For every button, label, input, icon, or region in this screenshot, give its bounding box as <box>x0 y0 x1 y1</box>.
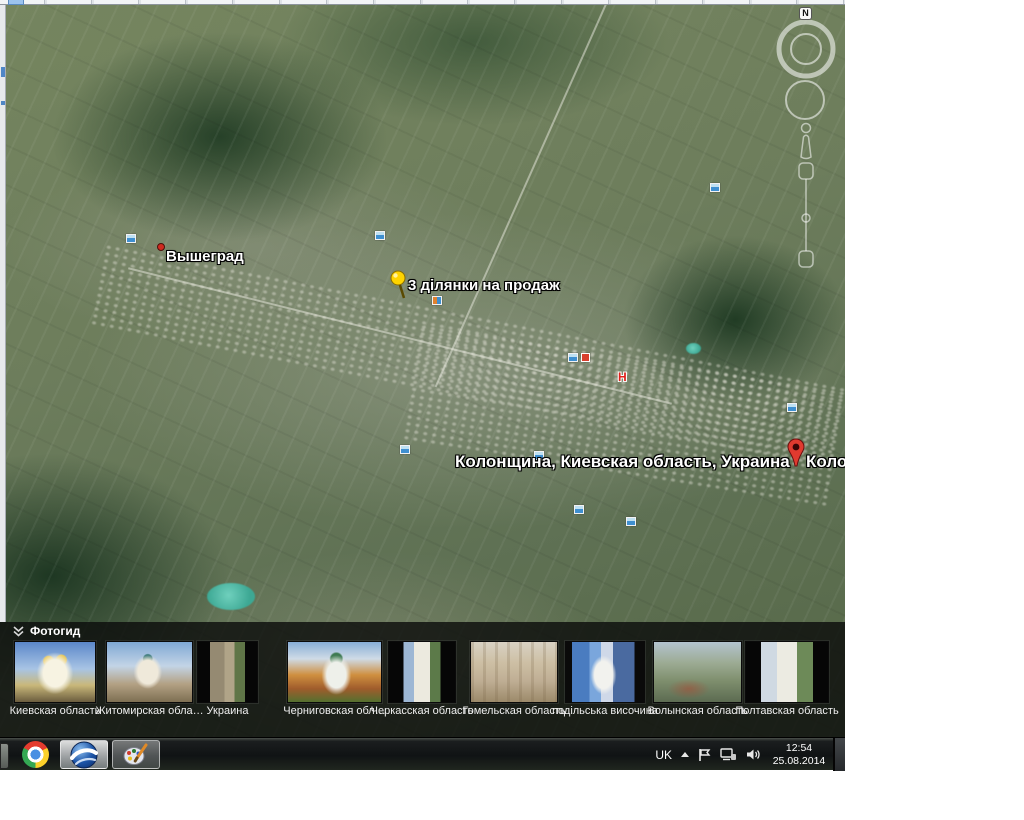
paint-icon <box>123 743 149 767</box>
taskbar-google-earth-button[interactable] <box>60 740 108 769</box>
photo-guide-header: Фотогид <box>0 622 845 640</box>
map-red-icon[interactable] <box>581 353 590 362</box>
photo-thumbnail[interactable] <box>14 641 96 703</box>
toolbar-active-tab-fragment[interactable] <box>8 0 24 5</box>
pegman-icon[interactable] <box>801 124 811 159</box>
action-center-flag-icon[interactable] <box>698 748 711 762</box>
map-photo-icon[interactable] <box>626 517 636 526</box>
zoom-in-button[interactable] <box>799 163 813 179</box>
pond <box>686 343 701 354</box>
photo-thumbnail-label: Украина <box>207 705 249 717</box>
yellow-pushpin-icon[interactable] <box>390 270 414 302</box>
red-pin-icon[interactable] <box>787 438 805 468</box>
map-photo-icon[interactable] <box>126 234 136 243</box>
photo-thumbnail[interactable] <box>653 641 742 703</box>
photo-thumbnail-label: Житомирская обла… <box>95 705 203 717</box>
zoom-out-button[interactable] <box>799 251 813 267</box>
pan-joystick[interactable] <box>786 81 824 119</box>
map-photo-icon[interactable] <box>375 231 385 240</box>
map-photo-icon[interactable] <box>400 445 410 454</box>
sidebar-fragment <box>1 67 5 77</box>
start-button-sliver[interactable] <box>0 743 9 769</box>
photo-thumbnail[interactable] <box>565 641 645 703</box>
sidebar-edge-sliver[interactable] <box>0 5 6 622</box>
photo-thumbnail[interactable] <box>388 641 456 703</box>
compass-ring[interactable] <box>779 22 833 76</box>
photo-thumbnail-label: подільська височина <box>552 705 658 717</box>
photo-guide-title: Фотогид <box>30 624 80 638</box>
compass-inner-ring[interactable] <box>791 34 821 64</box>
photo-thumbnail[interactable] <box>745 641 829 703</box>
tray-expand-arrow-icon[interactable] <box>681 752 689 757</box>
network-icon[interactable] <box>720 748 737 761</box>
speaker-icon[interactable] <box>746 748 761 761</box>
windows-taskbar: UK 12:54 25.08.2014 <box>0 737 845 770</box>
taskbar-paint-button[interactable] <box>112 740 160 769</box>
photo-thumbnail[interactable] <box>470 641 558 703</box>
map-photo-icon[interactable] <box>574 505 584 514</box>
photo-thumbnail-label: Полтавская область <box>735 705 838 717</box>
placemark-label[interactable]: 3 ділянки на продаж <box>408 277 560 294</box>
placemark-label[interactable]: Колон <box>806 452 845 472</box>
show-desktop-button[interactable] <box>833 738 845 771</box>
photo-thumbnail-label: Гомельская область <box>462 705 565 717</box>
google-earth-window: H Вышеград 3 ділянки на продаж Колонщина, … <box>0 0 845 770</box>
photo-thumbnail[interactable] <box>287 641 382 703</box>
map-photo-icon[interactable] <box>787 403 797 412</box>
google-earth-icon <box>70 741 98 769</box>
map-hospital-icon[interactable]: H <box>618 371 627 383</box>
photo-guide-panel: Фотогид Киевская областьЖитомирская обла… <box>0 622 845 737</box>
system-tray: UK 12:54 25.08.2014 <box>655 738 828 771</box>
placemark-dot[interactable] <box>157 243 165 251</box>
placemark-label[interactable]: Колонщина, Киевская область, Украина <box>455 452 790 472</box>
photo-thumbnail-label: Волынская область <box>647 705 747 717</box>
placemark-label[interactable]: Вышеград <box>166 248 244 265</box>
map-photo-icon[interactable] <box>568 353 578 362</box>
map-photo-icon[interactable] <box>710 183 720 192</box>
pond <box>207 583 255 610</box>
tray-time: 12:54 <box>770 742 828 755</box>
tray-date: 25.08.2014 <box>770 755 828 768</box>
photo-thumbnail-label: Киевская область <box>10 705 101 717</box>
navigation-controls: N <box>773 5 843 290</box>
taskbar-chrome-button[interactable] <box>22 741 50 769</box>
tray-clock[interactable]: 12:54 25.08.2014 <box>770 742 828 767</box>
photo-thumbnail[interactable] <box>197 641 258 703</box>
photo-thumbnail[interactable] <box>106 641 193 703</box>
map-photo-orange-icon[interactable] <box>432 296 442 305</box>
collapse-chevrons-icon[interactable] <box>13 626 24 637</box>
photo-thumbnail-label: Черкасская область <box>371 705 474 717</box>
toolbar-sliver <box>0 0 845 5</box>
sidebar-fragment <box>1 101 5 105</box>
compass-north-button[interactable]: N <box>799 7 812 20</box>
tray-language-indicator[interactable]: UK <box>655 748 672 762</box>
zoom-slider[interactable] <box>799 163 813 267</box>
chrome-icon <box>22 741 49 768</box>
